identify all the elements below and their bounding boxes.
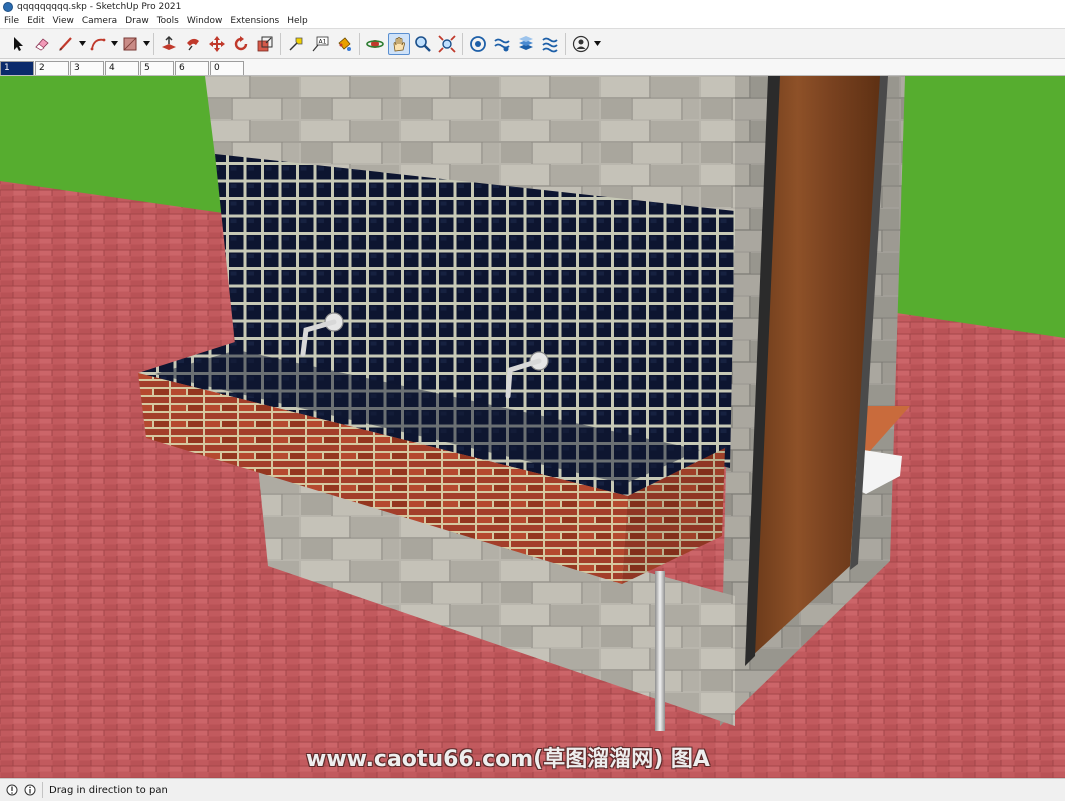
menu-bar: File Edit View Camera Draw Tools Window … [0, 14, 1065, 29]
model-viewport[interactable]: www.caotu66.com(草图溜溜网) 图A [0, 76, 1065, 778]
scene-tab[interactable]: 6 [175, 61, 209, 75]
line-icon[interactable] [55, 33, 77, 55]
tape-measure-icon[interactable] [285, 33, 307, 55]
main-toolbar: A1 [0, 29, 1065, 59]
geo-location-icon[interactable] [6, 784, 18, 796]
pan-icon[interactable] [388, 32, 410, 55]
toolbar-divider [359, 32, 360, 55]
menu-help[interactable]: Help [283, 16, 312, 26]
move-icon[interactable] [206, 33, 228, 55]
svg-text:A1: A1 [319, 38, 327, 45]
toolbar-divider [462, 32, 463, 55]
sink-wall-model-render [0, 76, 1065, 778]
arc-icon[interactable] [87, 33, 109, 55]
rotate-icon[interactable] [230, 33, 252, 55]
scene-tab[interactable]: 4 [105, 61, 139, 75]
menu-window[interactable]: Window [183, 16, 227, 26]
push-pull-icon[interactable] [158, 33, 180, 55]
status-divider [42, 782, 43, 798]
extension-manager-icon[interactable] [539, 33, 561, 55]
window-title: qqqqqqqqq.skp - SketchUp Pro 2021 [17, 2, 182, 12]
info-icon[interactable] [24, 784, 36, 796]
rectangle-icon[interactable] [119, 33, 141, 55]
account-dropdown-chevron-icon[interactable] [593, 33, 601, 55]
scene-tabs-bar: 1 2 3 4 5 6 0 [0, 59, 1065, 76]
status-bar: Drag in direction to pan [0, 778, 1065, 801]
menu-edit[interactable]: Edit [23, 16, 48, 26]
scene-tab[interactable]: 5 [140, 61, 174, 75]
scale-icon[interactable] [254, 33, 276, 55]
scene-tab[interactable]: 3 [70, 61, 104, 75]
zoom-icon[interactable] [412, 33, 434, 55]
account-icon[interactable] [570, 33, 592, 55]
toolbar-divider [280, 32, 281, 55]
toolbar-divider [565, 32, 566, 55]
arc-dropdown-chevron-icon[interactable] [110, 33, 118, 55]
layout-icon[interactable] [515, 33, 537, 55]
menu-extensions[interactable]: Extensions [226, 16, 283, 26]
watermark-text: www.caotu66.com(草图溜溜网) 图A [306, 747, 710, 772]
status-message: Drag in direction to pan [49, 784, 168, 796]
eraser-icon[interactable] [31, 33, 53, 55]
paint-bucket-icon[interactable] [333, 33, 355, 55]
sketchup-logo-icon [3, 2, 13, 12]
scene-tab[interactable]: 2 [35, 61, 69, 75]
extension-warehouse-icon[interactable] [491, 33, 513, 55]
text-icon[interactable]: A1 [309, 33, 331, 55]
follow-me-icon[interactable] [182, 33, 204, 55]
scene-tab[interactable]: 1 [0, 61, 34, 75]
toolbar-divider [153, 32, 154, 55]
rectangle-dropdown-chevron-icon[interactable] [142, 33, 150, 55]
menu-draw[interactable]: Draw [121, 16, 153, 26]
menu-camera[interactable]: Camera [78, 16, 121, 26]
zoom-extents-icon[interactable] [436, 33, 458, 55]
menu-tools[interactable]: Tools [153, 16, 183, 26]
line-dropdown-chevron-icon[interactable] [78, 33, 86, 55]
orbit-icon[interactable] [364, 33, 386, 55]
3d-warehouse-icon[interactable] [467, 33, 489, 55]
menu-file[interactable]: File [0, 16, 23, 26]
menu-view[interactable]: View [49, 16, 78, 26]
scene-tab[interactable]: 0 [210, 61, 244, 75]
select-icon[interactable] [7, 33, 29, 55]
title-bar: qqqqqqqqq.skp - SketchUp Pro 2021 [0, 0, 1065, 14]
